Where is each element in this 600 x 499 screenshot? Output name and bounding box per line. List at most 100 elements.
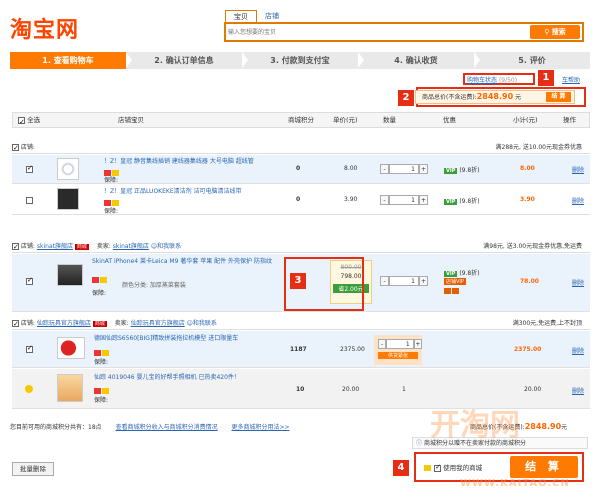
shop-1-checkbox[interactable] (12, 142, 19, 154)
product-image[interactable] (57, 188, 79, 210)
quantity-stepper[interactable]: - 1 + (378, 339, 422, 349)
select-all-checkbox[interactable] (18, 115, 25, 129)
shop-link[interactable]: skinat旗舰店 (37, 243, 73, 250)
shop-link[interactable]: 仙踪玩具官方旗舰店 (37, 320, 91, 327)
item-4-checkbox[interactable] (26, 344, 33, 353)
search-input[interactable] (228, 26, 528, 39)
guarantee-label: 保障: (104, 177, 119, 184)
delete-link[interactable]: 删除 (572, 346, 584, 355)
mall-badge: 商城 (74, 244, 89, 250)
shop-2-checkbox[interactable] (12, 241, 19, 253)
step-confirm-receipt: 4. 确认收货 (358, 52, 480, 69)
item-price: 3.90 (344, 196, 358, 203)
product-image[interactable] (57, 374, 83, 402)
delete-link[interactable]: 删除 (572, 386, 584, 395)
qty-minus-button[interactable]: - (378, 339, 387, 349)
cart-table-header: 全选 店铺宝贝 商城积分 单价(元) 数量 优惠 小计(元) 操作 (12, 112, 590, 129)
shop-header-3: 店铺: 仙踪玩具官方旗舰店 商城 卖家: 仙踪玩具官方旗舰店 ☺和我联系 满30… (12, 318, 590, 330)
shop-header-2: 店铺: skinat旗舰店 商城 卖家: skinat旗舰店 ☺和我联系 满98… (12, 241, 590, 253)
checkout-steps: 1. 查看购物车 2. 确认订单信息 3. 付款到支付宝 4. 确认收货 5. … (10, 52, 596, 69)
coin-icon (424, 465, 431, 471)
qty-input[interactable]: 1 (389, 164, 419, 174)
use-points-option[interactable]: 使用我的商城 (424, 462, 482, 472)
stock-warning: 供货紧张 (378, 352, 418, 359)
item-subtotal: 78.00 (520, 278, 539, 285)
qty-minus-button[interactable]: - (380, 276, 389, 286)
product-title[interactable]: ！Z！皇冠 静音集线插销 建线器集线器 大号电脑 超线管 (104, 158, 284, 166)
quantity-stepper[interactable]: - 1 + (380, 195, 428, 205)
cart-help-link[interactable]: 车帮助 (562, 75, 580, 84)
quantity-stepper[interactable]: - 1 + (380, 164, 428, 174)
kaitao-watermark: 开淘网 (430, 408, 520, 443)
qty-plus-button[interactable]: + (419, 164, 428, 174)
product-image[interactable] (57, 158, 79, 180)
points-usage-link[interactable]: 更多商城积分用法>> (232, 424, 290, 431)
cart-item-1: ！Z！皇冠 静音集线插销 建线器集线器 大号电脑 超线管 保障: 0 8.00 … (12, 155, 590, 184)
search-button[interactable]: ⚲ 搜索 (530, 25, 580, 39)
product-title[interactable]: ！Z！皇冠 正品LUOKEKE清洁剂 洁可电脑清洁线带 (104, 188, 284, 196)
item-points: 10 (296, 386, 305, 393)
step-view-cart: 1. 查看购物车 (10, 52, 132, 69)
product-image[interactable] (57, 337, 85, 359)
warning-icon (25, 385, 33, 393)
seller-link[interactable]: 仙踪玩具官方旗舰店 (131, 320, 185, 327)
promo-icons (444, 287, 460, 294)
contact-seller-button[interactable]: ☺和我联系 (151, 243, 181, 250)
search-tab-shops[interactable]: 店铺 (257, 10, 287, 22)
product-title[interactable]: SkinAT iPhone4 莱卡Leica M9 著华套 苹果 配件 外壳保护… (92, 258, 282, 266)
use-points-checkbox[interactable] (434, 463, 442, 472)
delete-link[interactable]: 删除 (572, 196, 584, 205)
step-confirm-order: 2. 确认订单信息 (126, 52, 248, 69)
delete-link[interactable]: 删除 (572, 165, 584, 174)
qty-minus-button[interactable]: - (380, 164, 389, 174)
item-2-checkbox[interactable] (26, 197, 33, 204)
taobao-logo[interactable]: 淘宝网 (10, 12, 79, 44)
product-variant: 颜色分类: 加厚蒸菜套装 (122, 282, 186, 289)
product-title[interactable]: 仙踪 4019046 婴儿宝的好帮手照相机 已热卖420件！ (94, 374, 284, 382)
product-guarantee (104, 199, 120, 206)
product-guarantee (94, 349, 110, 356)
mall-badge: 商城 (92, 321, 107, 327)
item-subtotal: 2375.00 (514, 346, 542, 353)
item-discount: VIP (9.8折) (444, 198, 480, 205)
item-1-checkbox[interactable] (26, 164, 33, 173)
item-3-checkbox[interactable] (26, 276, 33, 285)
qty-input[interactable]: 1 (389, 276, 419, 286)
shop-header-1: 店铺: 满288元, 送10.00元现金券优惠 (12, 142, 590, 154)
search-tab-items[interactable]: 宝贝 (225, 10, 257, 22)
points-history-link[interactable]: 查看商城积分收入与商城积分消费情况 (116, 424, 218, 431)
annotation-1: 1 (538, 70, 554, 86)
qty-input[interactable]: 1 (386, 339, 414, 349)
contact-seller-button[interactable]: ☺和我联系 (187, 320, 217, 327)
info-icon: ⓘ (416, 440, 423, 447)
product-image[interactable] (57, 264, 83, 286)
cart-status[interactable]: 购物车状态 (9/50) (467, 75, 517, 84)
delete-link[interactable]: 删除 (572, 278, 584, 287)
quantity-area: - 1 + 供货紧张 (374, 335, 422, 365)
guarantee-label: 保障: (92, 290, 107, 297)
qty-plus-button[interactable]: + (419, 276, 428, 286)
qty-minus-button[interactable]: - (380, 195, 389, 205)
qty-plus-button[interactable]: + (419, 195, 428, 205)
bulk-delete-button[interactable]: 批量删除 (12, 462, 54, 476)
item-price: 8.00 (344, 165, 358, 172)
guarantee-label: 保障: (94, 359, 109, 366)
seller-link[interactable]: skinat旗舰店 (113, 243, 149, 250)
quantity-stepper[interactable]: - 1 + (380, 276, 428, 286)
item-discount: VIP (9.8折) (444, 270, 480, 277)
item-subtotal: 20.00 (524, 386, 542, 393)
item-discount: VIP (9.8折) (444, 167, 480, 174)
settle-button[interactable]: 结 算 (510, 456, 578, 478)
qty-input[interactable]: 1 (389, 195, 419, 205)
product-title[interactable]: 德国仙踪S6560[BIG]精致拼装拖拉机模型 进口限量车 (94, 335, 284, 343)
item-points: 0 (296, 196, 301, 203)
shop-vip-badge: 店铺VIP (444, 278, 466, 285)
item-price: 2375.00 (340, 346, 365, 353)
product-guarantee (94, 387, 110, 394)
step-pay-alipay: 3. 付款到支付宝 (242, 52, 364, 69)
qty-plus-button[interactable]: + (413, 339, 422, 349)
item-subtotal: 8.00 (520, 165, 535, 172)
settle-button-top[interactable]: 结 算 (546, 92, 571, 102)
summary-bar: 商品总价(不含运费):2848.90 元 结 算 (415, 90, 575, 104)
shop-3-checkbox[interactable] (12, 318, 19, 330)
